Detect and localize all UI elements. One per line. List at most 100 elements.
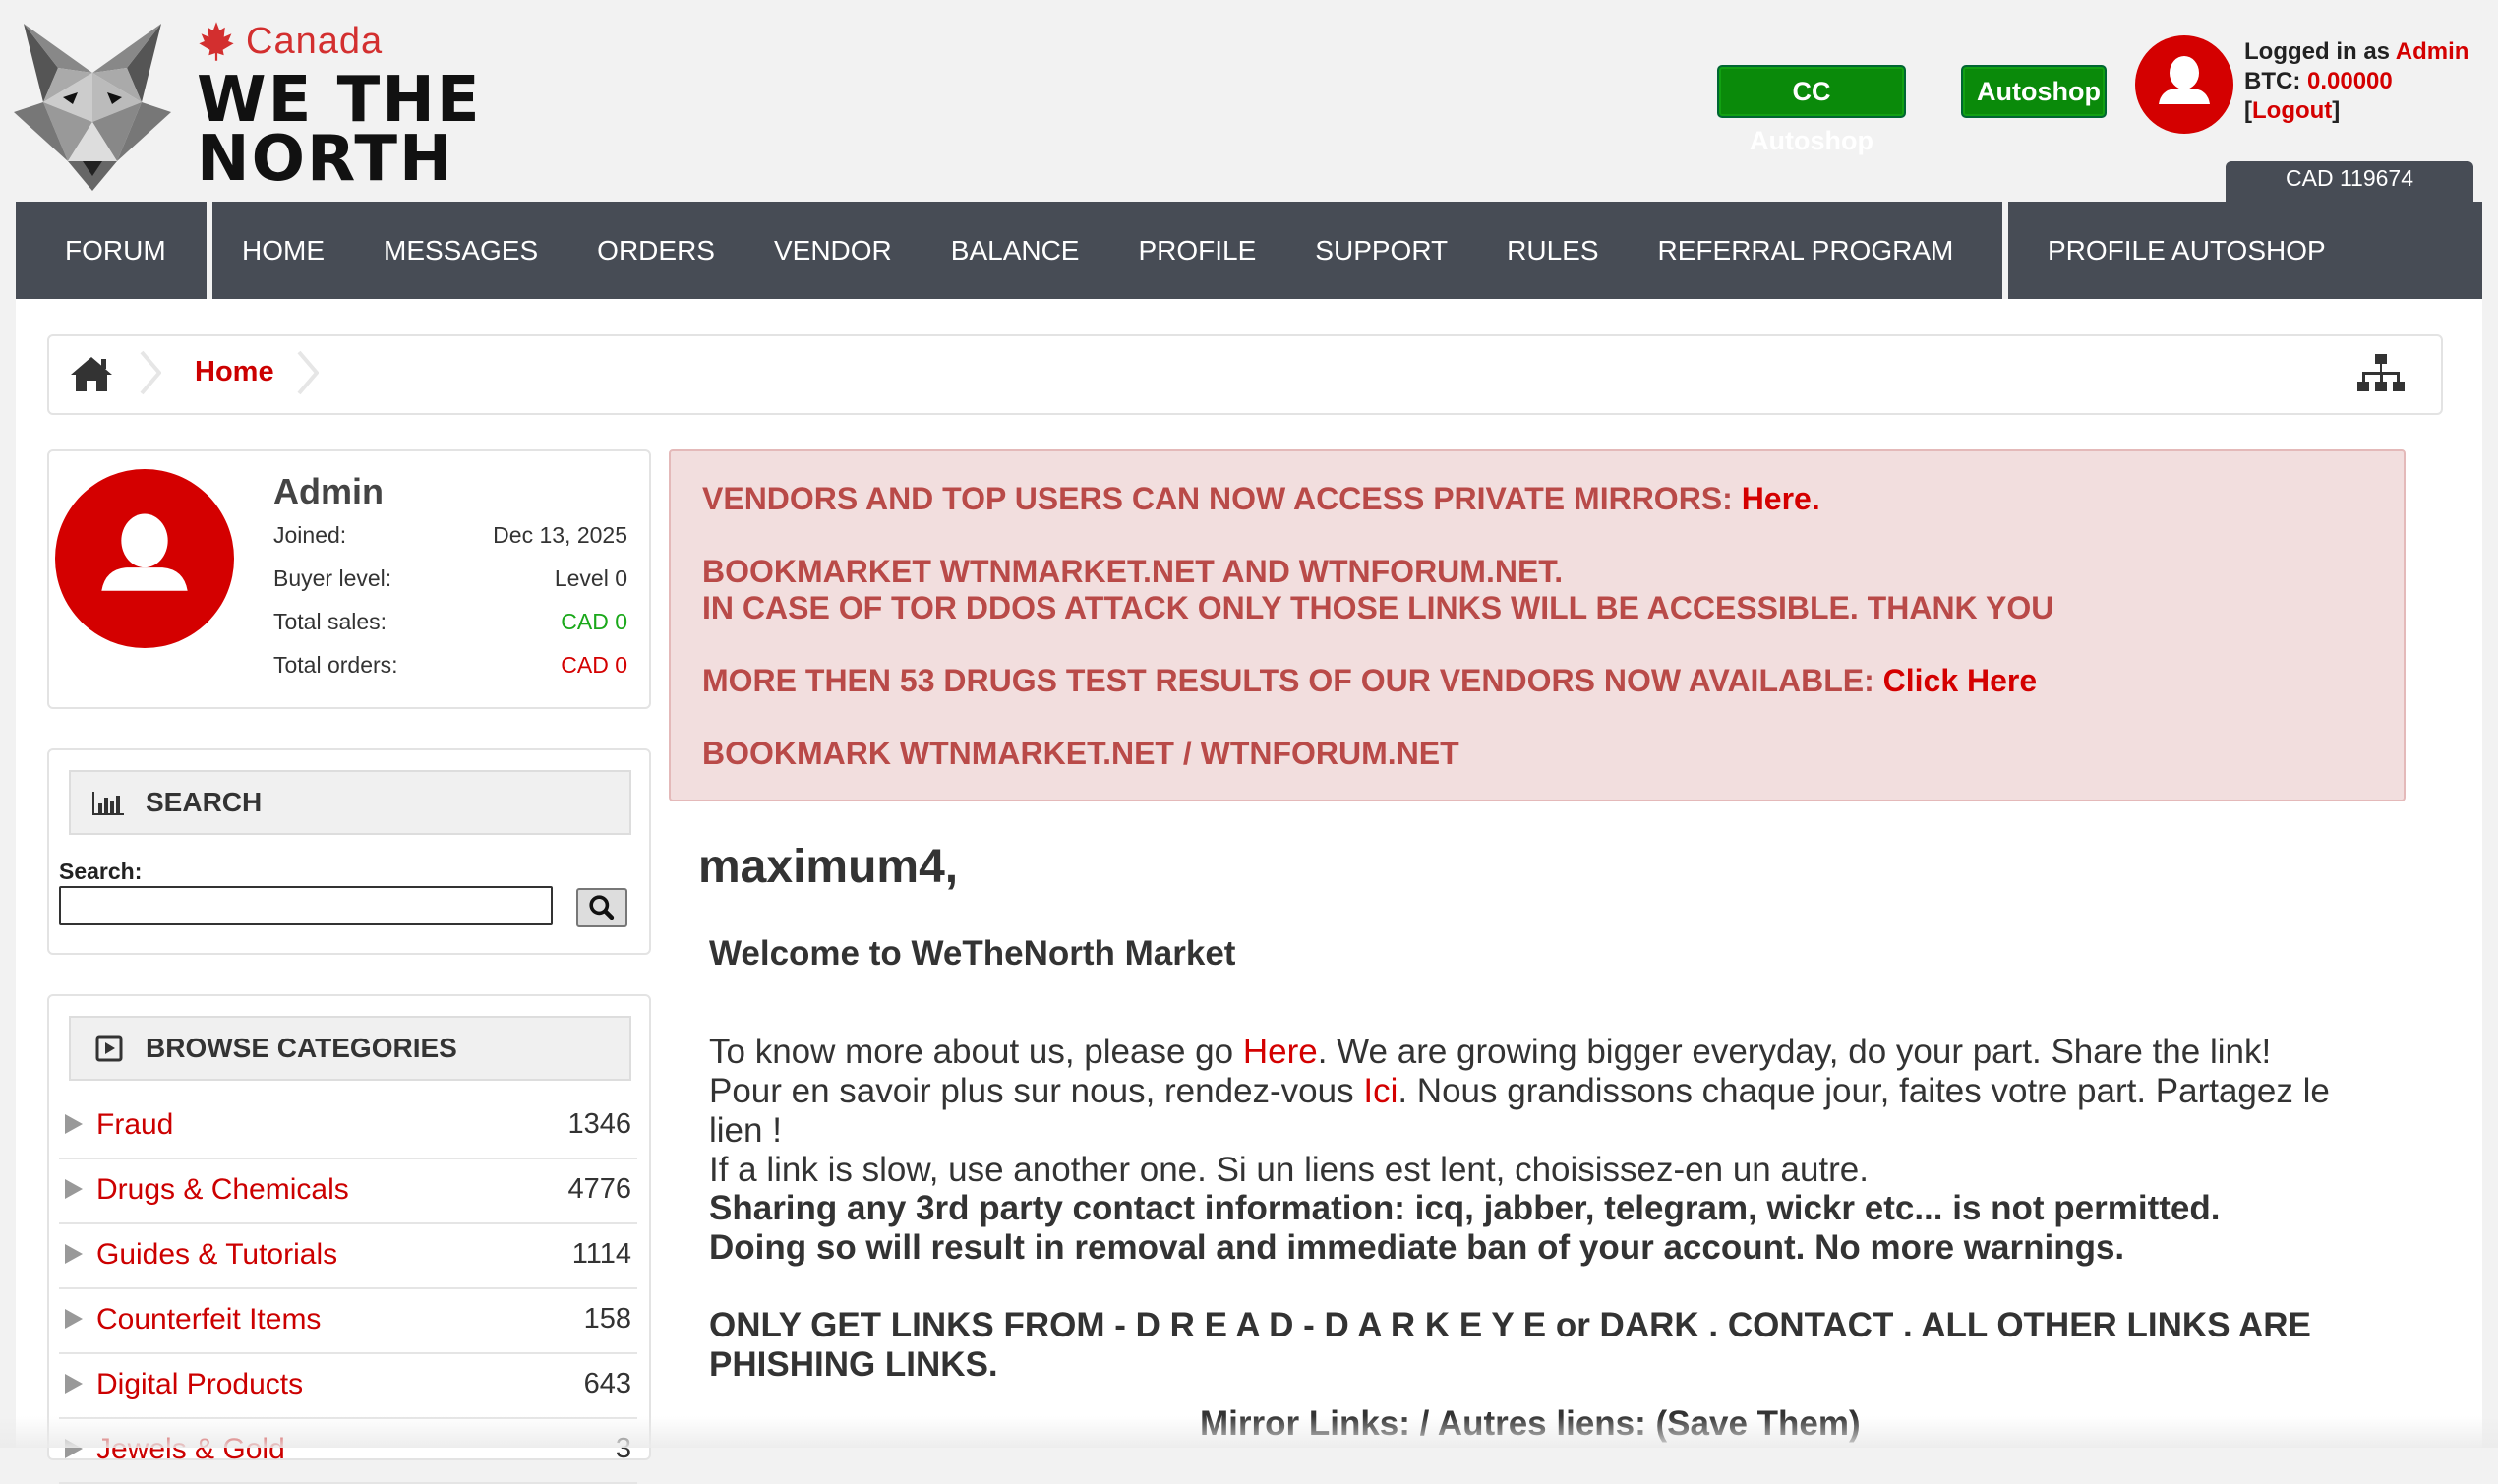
cad-balance-badge: CAD 119674 bbox=[2226, 161, 2473, 203]
alert-line-drug-tests: MORE THEN 53 DRUGS TEST RESULTS OF OUR V… bbox=[702, 663, 2037, 699]
wolf-logo-icon[interactable] bbox=[14, 14, 171, 196]
nav-forum-segment: FORUM bbox=[16, 202, 207, 299]
nav-forum[interactable]: FORUM bbox=[16, 235, 196, 267]
total-sales-value: CAD 0 bbox=[561, 609, 627, 634]
categories-panel-header: BROWSE CATEGORIES bbox=[69, 1016, 631, 1081]
brand-title-line1: WE THE bbox=[197, 64, 482, 137]
home-icon[interactable] bbox=[69, 354, 114, 393]
user-icon bbox=[101, 513, 188, 591]
main-nav: HOME MESSAGES ORDERS VENDOR BALANCE PROF… bbox=[212, 202, 2002, 299]
maple-leaf-icon bbox=[199, 22, 234, 61]
arrow-right-icon bbox=[65, 1179, 83, 1199]
category-label[interactable]: Drugs & Chemicals bbox=[96, 1173, 349, 1207]
btc-label: BTC: bbox=[2244, 68, 2307, 94]
joined-label: Joined: bbox=[273, 522, 347, 548]
category-item-fraud[interactable]: Fraud 1346 bbox=[59, 1095, 637, 1159]
alert-line-bookmark: BOOKMARK WTNMARKET.NET / WTNFORUM.NET bbox=[702, 736, 1459, 771]
total-sales-label: Total sales: bbox=[273, 609, 387, 634]
breadcrumb-home[interactable]: Home bbox=[195, 356, 274, 388]
slow-link-text: If a link is slow, use another one. Si u… bbox=[709, 1151, 1869, 1189]
greeting: maximum4, bbox=[698, 841, 959, 893]
categories-panel-title: BROWSE CATEGORIES bbox=[146, 1033, 457, 1063]
breadcrumb-separator-icon bbox=[297, 350, 319, 395]
contact-warning-line1: Sharing any 3rd party contact informatio… bbox=[709, 1189, 2221, 1227]
user-icon bbox=[2159, 56, 2210, 104]
category-item-guides-tutorials[interactable]: Guides & Tutorials 1114 bbox=[59, 1224, 637, 1289]
category-count: 158 bbox=[583, 1303, 631, 1335]
arrow-right-icon bbox=[65, 1374, 83, 1394]
breadcrumb: Home bbox=[47, 334, 2443, 415]
nav-autoshop-segment: PROFILE AUTOSHOP bbox=[2008, 202, 2482, 299]
nav-referral-program[interactable]: REFERRAL PROGRAM bbox=[1629, 235, 1984, 267]
arrow-right-icon bbox=[65, 1244, 83, 1264]
alert-line-ddos: IN CASE OF TOR DDOS ATTACK ONLY THOSE LI… bbox=[702, 590, 2054, 625]
username-link[interactable]: Admin bbox=[2396, 38, 2469, 65]
category-label[interactable]: Digital Products bbox=[96, 1368, 303, 1401]
nav-home[interactable]: HOME bbox=[212, 235, 354, 267]
category-label[interactable]: Counterfeit Items bbox=[96, 1303, 321, 1336]
alert-drug-tests-text: MORE THEN 53 DRUGS TEST RESULTS OF OUR V… bbox=[702, 663, 1883, 698]
alert-drug-tests-link[interactable]: Click Here bbox=[1883, 663, 2038, 698]
play-square-icon bbox=[95, 1035, 123, 1062]
about-paragraph: To know more about us, please go Here. W… bbox=[709, 1033, 2361, 1190]
about-link-fr[interactable]: Ici bbox=[1363, 1072, 1398, 1110]
category-label[interactable]: Guides & Tutorials bbox=[96, 1238, 337, 1272]
logout-bracket-close: ] bbox=[2332, 97, 2341, 124]
brand-title[interactable]: WE THE NORTH bbox=[197, 64, 482, 196]
nav-rules[interactable]: RULES bbox=[1477, 235, 1628, 267]
search-button[interactable] bbox=[576, 888, 627, 927]
search-input[interactable] bbox=[59, 886, 553, 925]
nav-profile-autoshop[interactable]: PROFILE AUTOSHOP bbox=[2008, 235, 2355, 267]
welcome-title: Welcome to WeTheNorth Market bbox=[709, 934, 1236, 973]
cc-autoshop-button[interactable]: CC Autoshop bbox=[1717, 65, 1906, 155]
bottom-fade bbox=[0, 1416, 2498, 1448]
buyer-level-row: Buyer level: Level 0 bbox=[273, 565, 627, 592]
buyer-level-label: Buyer level: bbox=[273, 565, 392, 591]
total-sales-row: Total sales: CAD 0 bbox=[273, 609, 627, 635]
brand-title-line2: NORTH bbox=[197, 123, 454, 196]
category-label[interactable]: Fraud bbox=[96, 1108, 173, 1142]
about-text-en: To know more about us, please go bbox=[709, 1033, 1243, 1071]
logout-bracket-open: [ bbox=[2244, 97, 2252, 124]
profile-avatar bbox=[55, 469, 234, 648]
alert-mirrors-link[interactable]: Here. bbox=[1742, 481, 1820, 516]
joined-value: Dec 13, 2025 bbox=[493, 522, 627, 548]
nav-orders[interactable]: ORDERS bbox=[567, 235, 744, 267]
nav-profile[interactable]: PROFILE bbox=[1108, 235, 1285, 267]
alert-mirrors-text: VENDORS AND TOP USERS CAN NOW ACCESS PRI… bbox=[702, 481, 1742, 516]
category-count: 643 bbox=[583, 1368, 631, 1399]
nav-vendor[interactable]: VENDOR bbox=[744, 235, 922, 267]
about-link-en[interactable]: Here bbox=[1243, 1033, 1318, 1071]
total-orders-label: Total orders: bbox=[273, 652, 398, 678]
alert-line-mirrors: VENDORS AND TOP USERS CAN NOW ACCESS PRI… bbox=[702, 481, 1820, 517]
logged-in-label: Logged in as bbox=[2244, 38, 2396, 65]
search-label: Search: bbox=[59, 859, 143, 884]
brand-country: Canada bbox=[195, 20, 383, 63]
profile-name: Admin bbox=[273, 471, 384, 511]
bar-chart-icon bbox=[92, 792, 124, 815]
magnifier-icon bbox=[589, 895, 615, 920]
user-info: Logged in as Admin BTC: 0.00000 [Logout] bbox=[2244, 37, 2468, 126]
contact-warning-line2: Doing so will result in removal and imme… bbox=[709, 1228, 2125, 1267]
user-avatar[interactable] bbox=[2135, 35, 2233, 134]
alert-line-bookmarket: BOOKMARKET WTNMARKET.NET AND WTNFORUM.NE… bbox=[702, 554, 1564, 589]
category-count: 1346 bbox=[567, 1108, 631, 1140]
nav-support[interactable]: SUPPORT bbox=[1285, 235, 1477, 267]
contact-warning: Sharing any 3rd party contact informatio… bbox=[709, 1189, 2361, 1268]
announcement-alert: VENDORS AND TOP USERS CAN NOW ACCESS PRI… bbox=[669, 449, 2406, 801]
logout-link[interactable]: Logout bbox=[2252, 97, 2332, 124]
nav-balance[interactable]: BALANCE bbox=[922, 235, 1109, 267]
buyer-level-value: Level 0 bbox=[554, 565, 627, 591]
autoshop-button[interactable]: Autoshop bbox=[1961, 65, 2107, 118]
search-panel-title: SEARCH bbox=[146, 787, 263, 817]
category-item-drugs-chemicals[interactable]: Drugs & Chemicals 4776 bbox=[59, 1159, 637, 1224]
site-header: Canada WE THE NORTH CC Autoshop Autoshop… bbox=[0, 0, 2498, 203]
btc-value: 0.00000 bbox=[2306, 68, 2393, 94]
category-count: 1114 bbox=[571, 1238, 631, 1270]
sitemap-icon[interactable] bbox=[2356, 352, 2406, 397]
search-panel-header: SEARCH bbox=[69, 770, 631, 835]
category-item-digital-products[interactable]: Digital Products 643 bbox=[59, 1354, 637, 1419]
category-item-counterfeit-items[interactable]: Counterfeit Items 158 bbox=[59, 1289, 637, 1354]
phishing-warning: ONLY GET LINKS FROM - D R E A D - D A R … bbox=[709, 1306, 2311, 1384]
nav-messages[interactable]: MESSAGES bbox=[354, 235, 567, 267]
